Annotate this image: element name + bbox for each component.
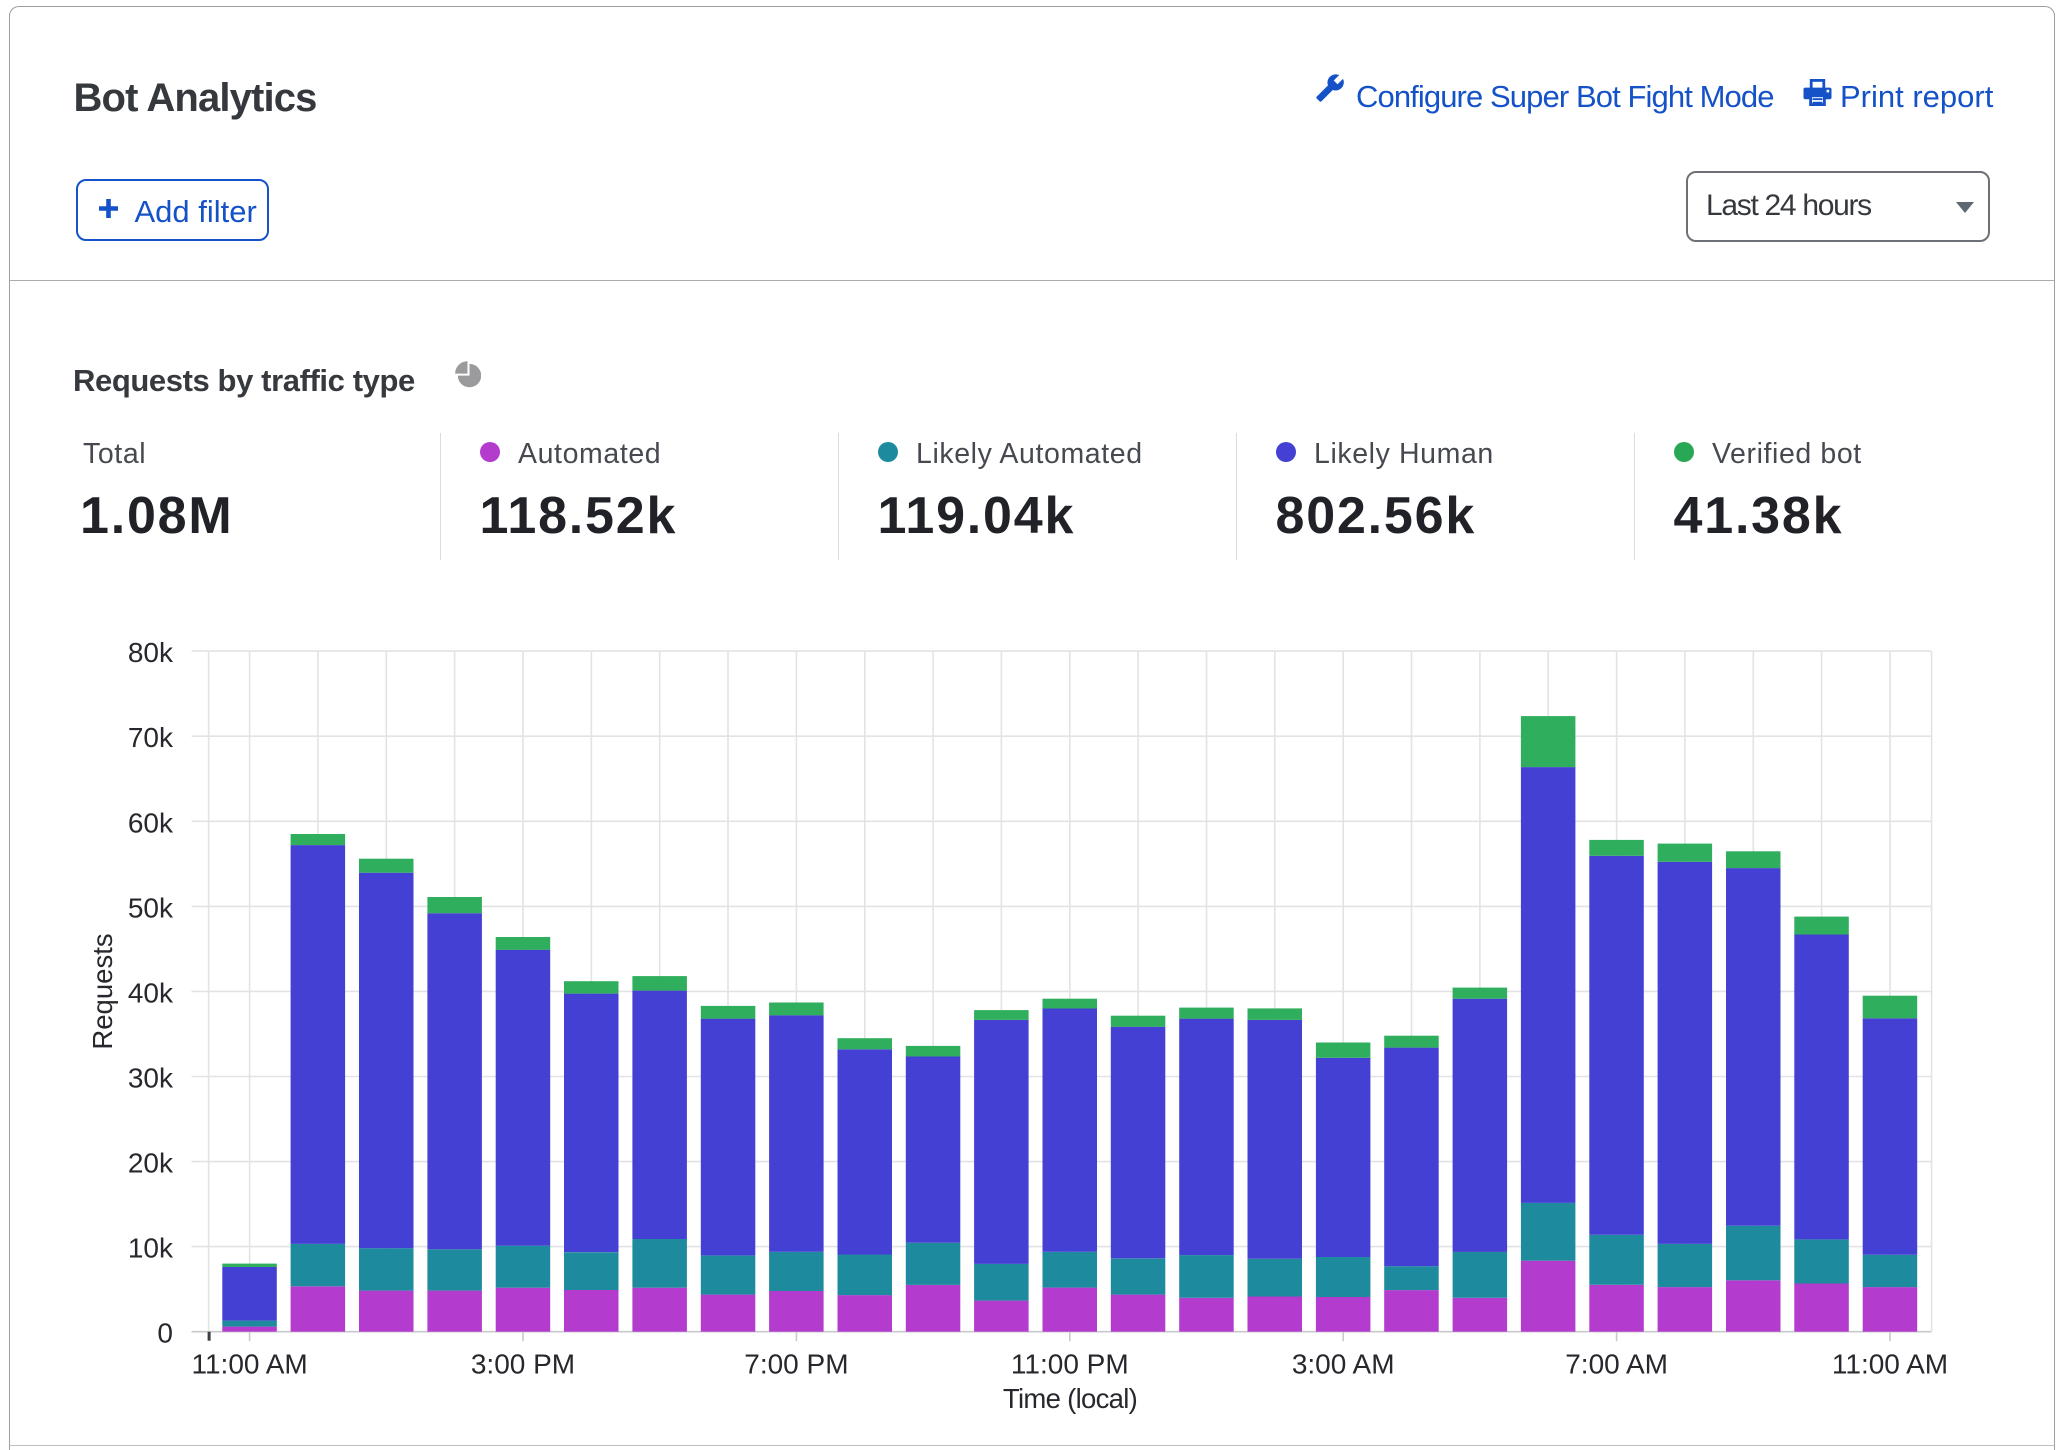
svg-text:20k: 20k — [128, 1148, 174, 1179]
svg-text:30k: 30k — [128, 1063, 174, 1094]
svg-text:Time (local): Time (local) — [1003, 1383, 1137, 1414]
svg-text:11:00 AM: 11:00 AM — [1832, 1349, 1948, 1380]
svg-text:Requests: Requests — [87, 933, 118, 1049]
svg-text:7:00 AM: 7:00 AM — [1565, 1349, 1668, 1380]
svg-text:3:00 PM: 3:00 PM — [471, 1349, 575, 1380]
svg-text:0: 0 — [157, 1318, 173, 1349]
svg-text:50k: 50k — [128, 892, 174, 923]
svg-text:60k: 60k — [128, 807, 174, 838]
svg-text:10k: 10k — [128, 1233, 174, 1264]
svg-text:3:00 AM: 3:00 AM — [1292, 1349, 1395, 1380]
svg-text:11:00 AM: 11:00 AM — [191, 1349, 307, 1380]
svg-text:40k: 40k — [128, 977, 174, 1008]
svg-text:80k: 80k — [128, 637, 174, 668]
svg-text:70k: 70k — [128, 722, 174, 753]
svg-text:11:00 PM: 11:00 PM — [1011, 1349, 1129, 1380]
svg-text:7:00 PM: 7:00 PM — [744, 1349, 848, 1380]
